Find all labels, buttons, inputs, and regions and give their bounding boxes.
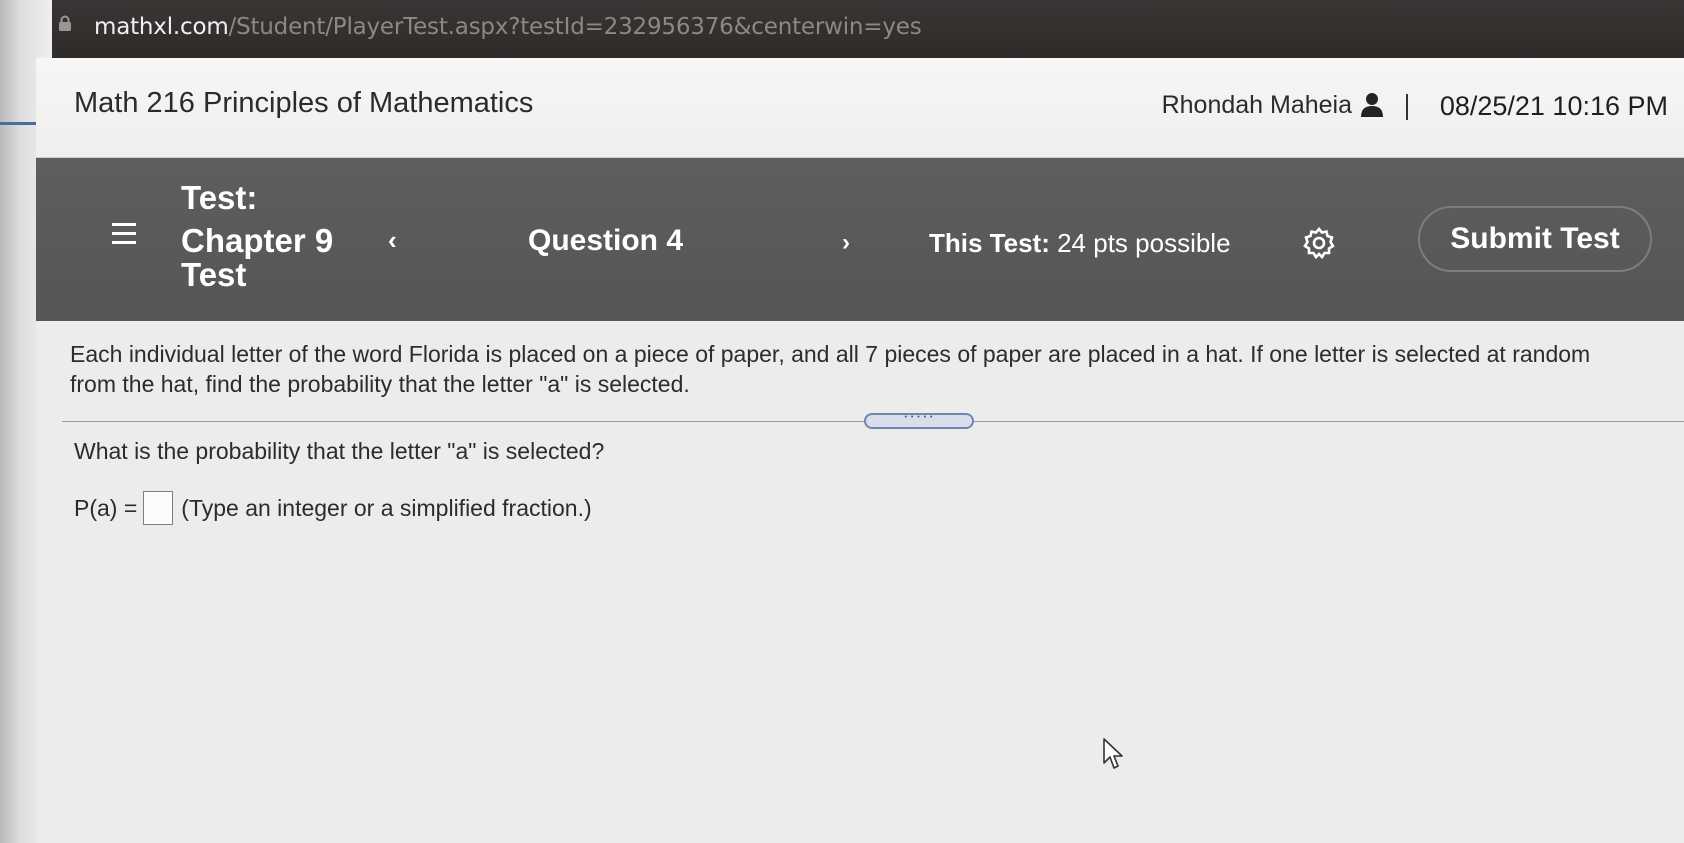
- user-name[interactable]: Rhondah Maheia: [1162, 91, 1352, 120]
- previous-question-button[interactable]: ‹: [388, 225, 397, 256]
- course-title: Math 216 Principles of Mathematics: [74, 87, 534, 119]
- answer-input[interactable]: [143, 491, 174, 525]
- lock-icon: [59, 15, 71, 31]
- points-label: This Test:: [929, 228, 1050, 258]
- answer-row: P(a) = (Type an integer or a simplified …: [74, 491, 592, 525]
- divider-resize-handle[interactable]: [864, 413, 974, 429]
- test-player-page: Math 216 Principles of Mathematics Rhond…: [36, 58, 1684, 843]
- question-prompt: What is the probability that the letter …: [74, 438, 605, 464]
- answer-hint: (Type an integer or a simplified fractio…: [181, 494, 592, 521]
- url-host: mathxl.com: [94, 14, 229, 40]
- url-text[interactable]: mathxl.com/Student/PlayerTest.aspx?testI…: [94, 14, 922, 40]
- test-label: Test:: [181, 179, 258, 216]
- course-header: Math 216 Principles of Mathematics Rhond…: [36, 58, 1684, 158]
- test-name: Chapter 9 Test: [181, 222, 334, 293]
- next-question-button[interactable]: ›: [842, 229, 850, 257]
- question-number[interactable]: Question 4: [528, 224, 683, 258]
- test-points: This Test: 24 pts possible: [929, 228, 1231, 259]
- header-separator: [1406, 94, 1408, 120]
- test-navigation-bar: Test: Chapter 9 Test ‹ Question 4 › This…: [36, 158, 1684, 321]
- points-value: 24 pts possible: [1057, 228, 1231, 258]
- question-content: Each individual letter of the word Flori…: [36, 321, 1684, 843]
- question-text: Each individual letter of the word Flori…: [70, 341, 1591, 397]
- hamburger-menu-icon[interactable]: [112, 223, 136, 245]
- gear-icon[interactable]: [1302, 226, 1336, 260]
- datetime: 08/25/21 10:16 PM: [1439, 91, 1668, 121]
- mouse-pointer-icon: [1103, 738, 1123, 769]
- submit-test-button[interactable]: Submit Test: [1418, 206, 1652, 272]
- user-icon[interactable]: [1360, 92, 1384, 118]
- answer-label: P(a) =: [74, 494, 138, 521]
- browser-address-bar[interactable]: mathxl.com/Student/PlayerTest.aspx?testI…: [0, 0, 1684, 58]
- url-path: /Student/PlayerTest.aspx?testId=23295637…: [228, 14, 922, 40]
